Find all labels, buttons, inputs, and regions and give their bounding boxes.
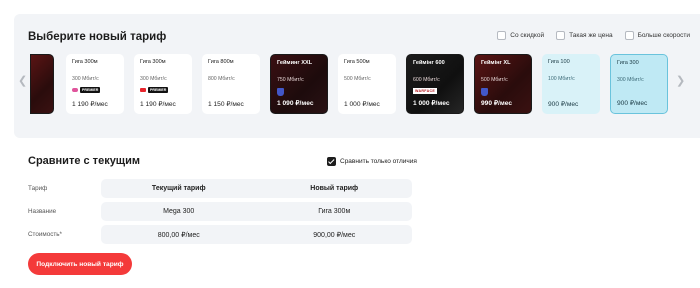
tariff-card-name: Гига 500м (344, 59, 370, 65)
filter-discount[interactable]: Со скидкой (497, 31, 544, 40)
only-differences-toggle[interactable]: Сравнить только отличия (327, 157, 417, 166)
compare-title: Сравните с текущим (28, 155, 140, 167)
tariff-card[interactable]: Гига 300м 300 Мбит/с PREMIER 1 190 ₽/мес (66, 54, 124, 114)
tariff-card[interactable]: Гига 800м 800 Мбит/с 1 150 ₽/мес (202, 54, 260, 114)
only-differences-checkbox[interactable] (327, 157, 336, 166)
tariff-card-price: 1 190 ₽/мес (72, 101, 108, 108)
warface-badge: WARFACE (413, 88, 438, 94)
connect-new-tariff-button[interactable]: Подключить новый тариф (28, 253, 132, 275)
filter-more-speed-label: Больше скорости (637, 32, 690, 39)
chevron-left-icon[interactable]: ❮ (18, 76, 27, 87)
partner-logo-icon (140, 88, 146, 92)
tariff-card-price: 990 ₽/мес (481, 100, 512, 107)
only-differences-label: Сравнить только отличия (340, 158, 417, 165)
premier-badge: PREMIER (148, 87, 169, 93)
tariff-card-speed: 750 Мбит/с (277, 77, 304, 83)
tariff-card[interactable]: Гига 100 100 Мбит/с 900 ₽/мес (542, 54, 600, 114)
tariff-card-selected[interactable]: Гига 300 300 Мбит/с 900 ₽/мес (610, 54, 668, 114)
tariff-card-speed: 500 Мбит/с (481, 77, 508, 83)
tariff-card[interactable]: Гига 500м 500 Мбит/с 1 000 ₽/мес (338, 54, 396, 114)
compare-row-label-tariff: Тариф (28, 185, 48, 192)
compare-header-row: Текущий тариф Новый тариф (101, 179, 412, 198)
shield-icon (277, 88, 284, 96)
compare-row-label-name: Название (28, 208, 57, 215)
filter-discount-checkbox[interactable] (497, 31, 507, 40)
tariff-card[interactable]: Гига 300м 300 Мбит/с PREMIER 1 190 ₽/мес (134, 54, 192, 114)
tariff-card-name: Гига 100 (548, 59, 570, 65)
tariff-picker-title: Выберите новый тариф (28, 31, 167, 43)
filter-more-speed-checkbox[interactable] (624, 31, 634, 40)
tariff-card-badge (481, 88, 488, 96)
tariff-card-name: Гига 300м (72, 59, 98, 65)
current-tariff-header: Текущий тариф (151, 185, 206, 192)
partner-logo-icon (72, 88, 78, 92)
tariff-card-name: Гейминг XXL (277, 60, 313, 66)
new-tariff-cost: 900,00 ₽/мес (313, 231, 356, 239)
tariff-card-price: 1 000 ₽/мес (344, 101, 380, 108)
premier-badge: PREMIER (80, 87, 101, 93)
new-tariff-header: Новый тариф (310, 185, 359, 192)
tariff-card-name: Гига 300м (140, 59, 166, 65)
tariff-filters: Со скидкой Такая же цена Больше скорости (497, 31, 690, 40)
tariff-card-price: 900 ₽/мес (548, 101, 579, 108)
tariff-card-speed: 300 Мбит/с (617, 77, 644, 83)
tariff-card-speed: 500 Мбит/с (344, 76, 371, 82)
tariff-card-speed: 300 Мбит/с (140, 76, 167, 82)
filter-discount-label: Со скидкой (510, 32, 545, 39)
tariff-card-price: 1 000 ₽/мес (413, 100, 450, 107)
chevron-right-icon[interactable]: ❯ (676, 76, 685, 87)
current-tariff-name: Mega 300 (163, 208, 195, 215)
compare-row-label-cost: Стоимость* (28, 231, 62, 238)
filter-same-price-checkbox[interactable] (556, 31, 566, 40)
tariff-card-price: 1 150 ₽/мес (208, 101, 244, 108)
filter-same-price[interactable]: Такая же цена (556, 31, 613, 40)
new-tariff-name: Гига 300м (318, 208, 351, 215)
tariff-card-partial[interactable] (30, 54, 54, 114)
tariff-picker-panel: Выберите новый тариф Со скидкой Такая же… (14, 14, 700, 138)
current-tariff-cost: 800,00 ₽/мес (157, 231, 200, 239)
tariff-card-speed: 600 Мбит/с (413, 77, 440, 83)
tariff-card-badge (277, 88, 284, 96)
tariff-card-badge: PREMIER (72, 87, 101, 93)
tariff-card-name: Гига 300 (617, 60, 639, 66)
tariff-card[interactable]: Геймінг 600 600 Мбит/с WARFACE 1 000 ₽/м… (406, 54, 464, 114)
tariff-card[interactable]: Геймінг XL 500 Мбит/с 990 ₽/мес (474, 54, 532, 114)
filter-more-speed[interactable]: Больше скорости (624, 31, 690, 40)
filter-same-price-label: Такая же цена (569, 32, 613, 39)
tariff-card-name: Геймінг XL (481, 60, 511, 66)
compare-row-cost: 800,00 ₽/мес 900,00 ₽/мес (101, 225, 412, 244)
tariff-card-price: 900 ₽/мес (617, 100, 648, 107)
tariff-card-name: Гига 800м (208, 59, 234, 65)
tariff-card-badge: PREMIER (140, 87, 169, 93)
tariff-card-price: 1 190 ₽/мес (140, 101, 176, 108)
shield-icon (481, 88, 488, 96)
tariff-card-name: Геймінг 600 (413, 60, 445, 66)
tariff-card-speed: 100 Мбит/с (548, 76, 575, 82)
compare-row-name: Mega 300 Гига 300м (101, 202, 412, 221)
tariff-card-price: 1 090 ₽/мес (277, 100, 314, 107)
tariff-card-speed: 300 Мбит/с (72, 76, 99, 82)
tariff-card-badge: WARFACE (413, 88, 438, 94)
tariff-card[interactable]: Гейминг XXL 750 Мбит/с 1 090 ₽/мес (270, 54, 328, 114)
tariff-card-speed: 800 Мбит/с (208, 76, 235, 82)
